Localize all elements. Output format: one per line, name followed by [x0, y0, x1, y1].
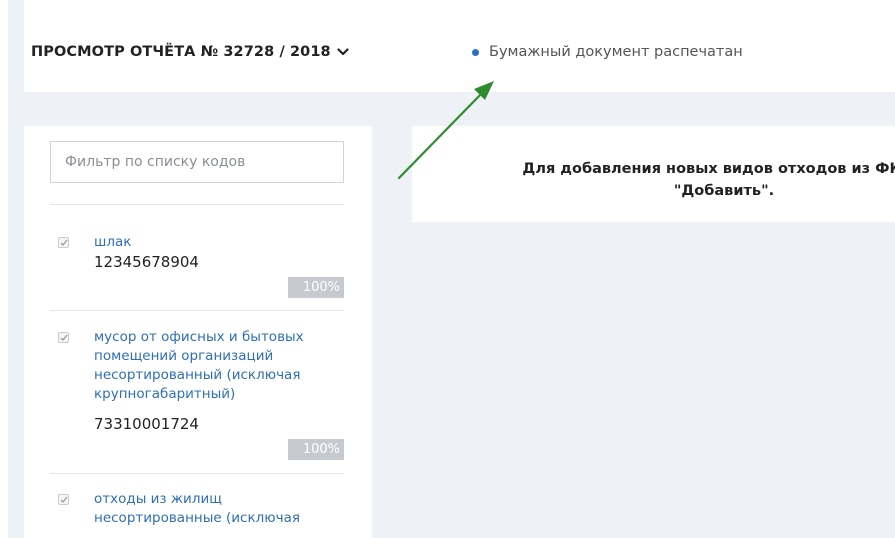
item-name-link[interactable]: шлак	[94, 233, 344, 252]
info-message: Для добавления новых видов отходов из ФК…	[464, 158, 895, 202]
status-text: Бумажный документ распечатан	[489, 44, 743, 60]
code-filter-input[interactable]	[50, 141, 344, 183]
info-line-2: "Добавить".	[673, 183, 775, 199]
item-name-link[interactable]: отходы из жилищ несортированные (исключа…	[94, 490, 344, 528]
status-dot-icon	[472, 48, 479, 56]
info-line-1: Для добавления новых видов отходов из ФК…	[522, 161, 895, 177]
info-panel: Для добавления новых видов отходов из ФК…	[412, 126, 895, 222]
item-checkbox[interactable]	[58, 237, 69, 248]
divider	[50, 310, 344, 311]
list-item: шлак 12345678904 100%	[50, 233, 344, 301]
item-percent-badge: 100%	[288, 277, 344, 298]
item-name-link[interactable]: мусор от офисных и бытовых помещений орг…	[94, 328, 344, 404]
report-title-dropdown[interactable]: ПРОСМОТР ОТЧЁТА № 32728 / 2018	[31, 44, 349, 60]
item-percent-badge: 100%	[288, 439, 344, 460]
report-title: ПРОСМОТР ОТЧЁТА № 32728 / 2018	[31, 44, 331, 60]
item-code: 73310001724	[94, 415, 199, 433]
item-checkbox[interactable]	[58, 332, 69, 343]
list-item: мусор от офисных и бытовых помещений орг…	[50, 328, 344, 463]
codes-sidebar: шлак 12345678904 100% мусор от офисных и…	[24, 126, 372, 538]
divider	[50, 473, 344, 474]
item-code: 12345678904	[94, 253, 199, 271]
print-status: Бумажный документ распечатан	[472, 44, 743, 60]
left-edge	[0, 0, 8, 538]
item-checkbox[interactable]	[58, 494, 69, 505]
list-item: отходы из жилищ несортированные (исключа…	[50, 490, 344, 538]
divider	[50, 204, 344, 205]
chevron-down-icon	[337, 46, 349, 58]
